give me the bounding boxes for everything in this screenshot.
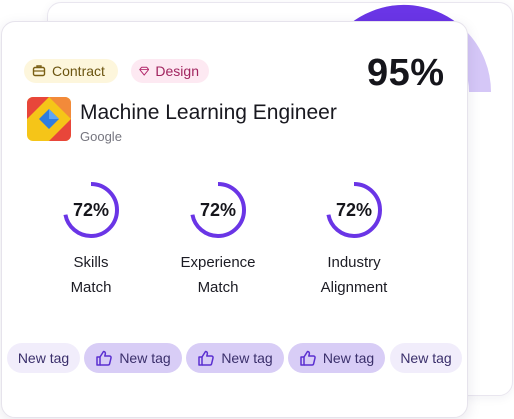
tag-chip-liked[interactable]: New tag bbox=[288, 343, 385, 373]
metric-percent: 72% bbox=[335, 200, 373, 220]
company-logo bbox=[27, 97, 71, 141]
metric-label-line1: Experience bbox=[180, 254, 256, 271]
metric-percent: 72% bbox=[72, 200, 110, 220]
tag-label: New tag bbox=[119, 350, 171, 366]
tag-chip-liked[interactable]: New tag bbox=[84, 343, 182, 373]
metric-label-line2: Alignment bbox=[320, 279, 388, 296]
metric-label-line2: Match bbox=[70, 279, 112, 296]
metric-percent: 72% bbox=[199, 200, 237, 220]
overall-match-score: 95% bbox=[367, 52, 445, 94]
metric-label-line2: Match bbox=[197, 279, 239, 296]
job-title: Machine Learning Engineer bbox=[80, 101, 337, 124]
chip-contract[interactable]: Contract bbox=[24, 59, 118, 83]
thumbs-up-icon bbox=[300, 350, 316, 366]
diamond-icon bbox=[139, 66, 150, 76]
metric-industry-alignment: 72% Industry Alignment bbox=[284, 180, 424, 300]
metric-experience-match: 72% Experience Match bbox=[148, 180, 288, 300]
thumbs-up-icon bbox=[96, 350, 113, 366]
tag-label: New tag bbox=[322, 350, 375, 366]
briefcase-icon bbox=[32, 65, 46, 77]
company-name: Google bbox=[80, 129, 122, 144]
metric-skills-match: 72% Skills Match bbox=[21, 180, 161, 300]
tag-chip-liked[interactable]: New tag bbox=[186, 343, 284, 373]
tag-label: New tag bbox=[400, 350, 452, 366]
tag-label: New tag bbox=[221, 350, 273, 366]
tag-label: New tag bbox=[17, 350, 70, 366]
tag-chip[interactable]: New tag bbox=[7, 343, 80, 373]
chip-label: Contract bbox=[52, 63, 105, 79]
thumbs-up-icon bbox=[198, 350, 215, 366]
metric-label-line1: Industry bbox=[327, 254, 381, 271]
metric-label-line1: Skills bbox=[73, 254, 109, 271]
chip-design[interactable]: Design bbox=[131, 59, 209, 83]
chip-label: Design bbox=[155, 63, 199, 79]
tag-chip[interactable]: New tag bbox=[390, 343, 462, 373]
